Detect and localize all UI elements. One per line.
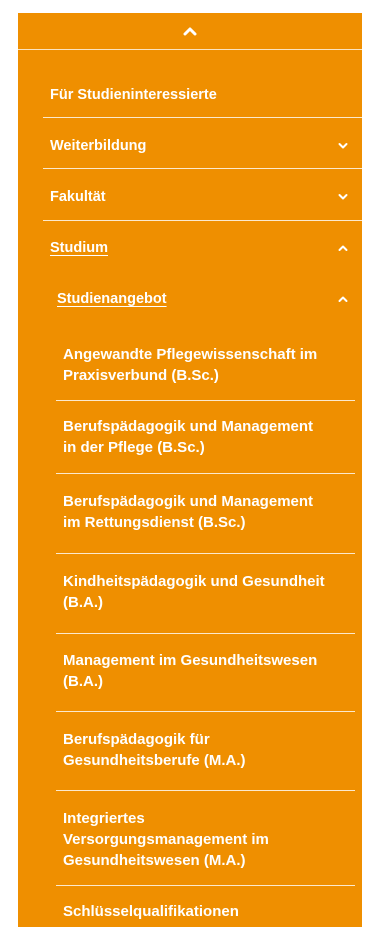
program-label: Integriertes Versorgungsmanagement im Ge… — [63, 810, 269, 869]
nav-item-label: Fakultät — [50, 189, 106, 205]
program-link[interactable]: Berufspädagogik und Management in der Pf… — [63, 416, 353, 458]
divider — [56, 400, 355, 401]
program-label: Angewandte Pflegewissenschaft im Praxisv… — [63, 346, 318, 384]
program-link[interactable]: Berufspädagogik für Gesundheitsberufe (M… — [63, 729, 353, 771]
chevron-up-icon — [338, 245, 348, 251]
program-link[interactable]: Management im Gesundheitswesen (B.A.) — [63, 650, 353, 692]
program-label: Kindheitspädagogik und Gesundheit (B.A.) — [63, 573, 325, 611]
chevron-up-icon — [338, 296, 348, 302]
chevron-up-icon — [183, 27, 197, 36]
program-link[interactable]: Angewandte Pflegewissenschaft im Praxisv… — [63, 344, 353, 386]
nav-item-label: Weiterbildung — [50, 138, 147, 154]
chevron-down-icon — [338, 194, 348, 200]
divider — [56, 885, 355, 886]
nav-item-weiterbildung[interactable]: Weiterbildung — [50, 134, 362, 158]
divider — [56, 633, 355, 634]
collapse-menu-button[interactable] — [18, 13, 362, 50]
nav-item-studium[interactable]: Studium — [50, 236, 362, 260]
divider — [56, 553, 355, 554]
program-link[interactable]: Integriertes Versorgungsmanagement im Ge… — [63, 808, 353, 871]
divider — [43, 117, 362, 118]
divider — [43, 168, 362, 169]
chevron-down-icon — [338, 143, 348, 149]
collapse-toggle[interactable] — [338, 245, 348, 252]
program-label: Schlüsselqualifikationen — [63, 903, 239, 920]
nav-item-studieninteressierte[interactable]: Für Studieninteressierte — [50, 83, 362, 107]
expand-toggle[interactable] — [338, 194, 348, 201]
program-label: Berufspädagogik für Gesundheitsberufe (M… — [63, 731, 246, 769]
divider — [56, 790, 355, 791]
expand-toggle[interactable] — [338, 143, 348, 150]
divider — [56, 473, 355, 474]
nav-item-label: Studium — [50, 240, 108, 256]
divider — [56, 711, 355, 712]
navigation-menu: Für Studieninteressierte Weiterbildung F… — [18, 13, 362, 927]
subnav-label: Studienangebot — [57, 291, 167, 307]
program-label: Management im Gesundheitswesen (B.A.) — [63, 652, 318, 690]
divider — [43, 220, 362, 221]
collapse-toggle[interactable] — [338, 296, 348, 303]
program-link[interactable]: Kindheitspädagogik und Gesundheit (B.A.) — [63, 571, 353, 613]
subnav-studienangebot[interactable]: Studienangebot — [57, 287, 362, 311]
program-label: Berufspädagogik und Management in der Pf… — [63, 418, 314, 456]
program-label: Berufspädagogik und Management im Rettun… — [63, 493, 314, 531]
program-link[interactable]: Berufspädagogik und Management im Rettun… — [63, 491, 353, 533]
program-link[interactable]: Schlüsselqualifikationen — [63, 901, 353, 922]
nav-item-label: Für Studieninteressierte — [50, 87, 217, 103]
nav-item-fakultaet[interactable]: Fakultät — [50, 185, 362, 209]
